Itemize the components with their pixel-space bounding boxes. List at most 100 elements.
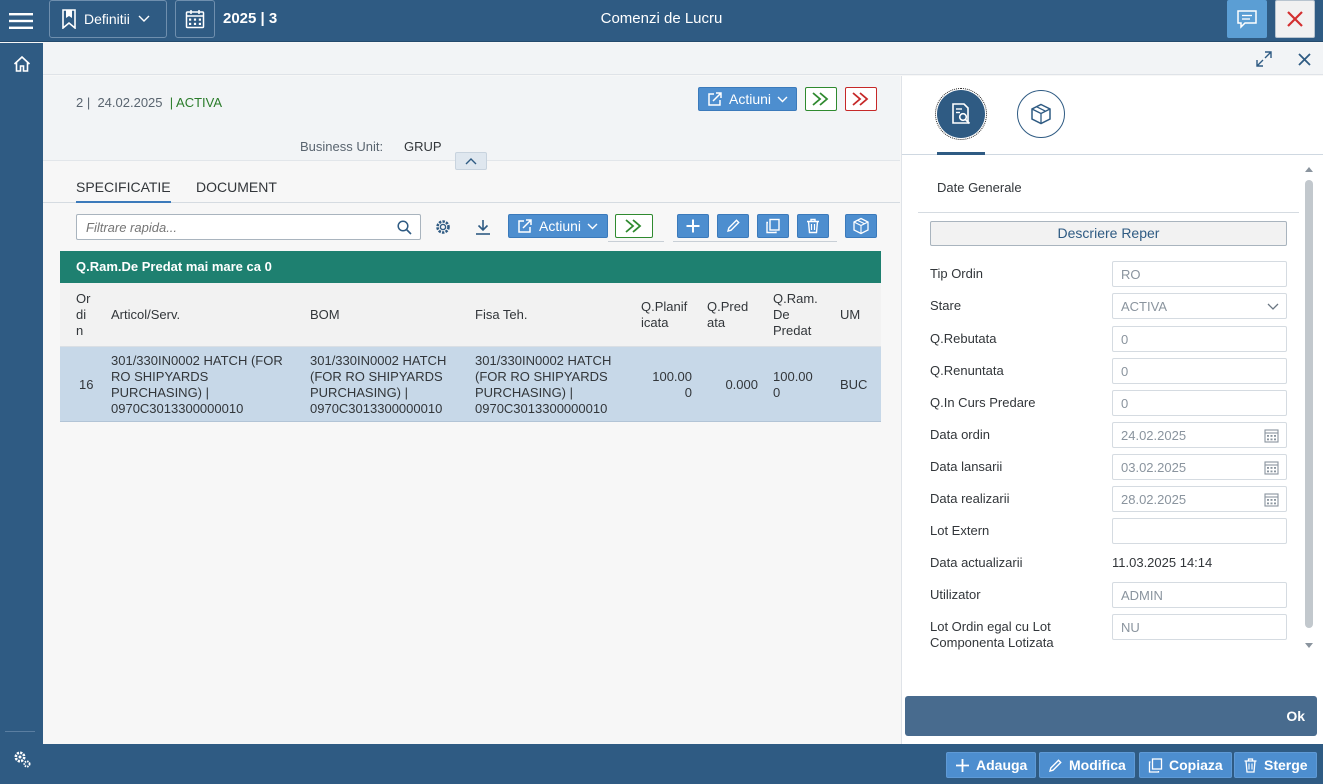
cell-line: 0970C3013300000010 — [310, 401, 443, 416]
delete-row-button[interactable] — [797, 214, 829, 238]
col-q-ram-line: De — [773, 307, 790, 322]
field-data-lansarii[interactable]: 03.02.2025 — [1112, 454, 1287, 480]
home-button[interactable] — [0, 55, 43, 79]
copy-button[interactable]: Copiaza — [1139, 752, 1232, 778]
collapse-header-button[interactable] — [455, 152, 487, 170]
record-status: | ACTIVA — [169, 95, 223, 110]
grid-settings-button[interactable] — [433, 217, 453, 237]
fast-forward-icon — [625, 219, 642, 233]
close-app-button[interactable] — [1275, 0, 1315, 38]
scroll-down-icon[interactable] — [1305, 643, 1313, 649]
box-icon — [1031, 103, 1051, 125]
quick-filter-input[interactable] — [77, 215, 377, 239]
field-data-realizarii[interactable]: 28.02.2025 — [1112, 486, 1287, 512]
work-order-area: 2 | 24.02.2025 | ACTIVA Actiuni Business… — [43, 76, 900, 744]
modify-button[interactable]: Modifica — [1039, 752, 1135, 778]
col-fisa[interactable]: Fisa Teh. — [475, 307, 528, 323]
messages-button[interactable] — [1227, 0, 1267, 38]
cell-line: PURCHASING) | — [310, 385, 408, 400]
grid-actions-dropdown[interactable]: Actiuni — [508, 214, 608, 238]
reverse-forward-button[interactable] — [845, 87, 877, 111]
document-search-icon — [952, 103, 971, 125]
add-row-button[interactable] — [677, 214, 709, 238]
definitions-dropdown[interactable]: Definitii — [49, 0, 167, 38]
hamburger-menu-button[interactable] — [0, 0, 42, 42]
cell-bom: 301/330IN0002 HATCH (FOR RO SHIPYARDS PU… — [310, 353, 446, 417]
trash-icon — [807, 218, 819, 234]
calendar-icon[interactable] — [1264, 428, 1279, 443]
col-q-predata[interactable]: Q.Pred ata — [707, 299, 748, 331]
cell-line: 0 — [684, 385, 692, 400]
period-label[interactable]: 2025 | 3 — [223, 10, 277, 27]
label-data-lansarii: Data lansarii — [930, 459, 1003, 474]
field-lot-extern[interactable] — [1112, 518, 1287, 544]
details-scrollbar[interactable] — [1305, 180, 1313, 628]
edit-row-button[interactable] — [717, 214, 749, 238]
col-articol[interactable]: Articol/Serv. — [111, 307, 180, 323]
field-q-renuntata[interactable]: 0 — [1112, 358, 1287, 384]
calendar-icon[interactable] — [1264, 460, 1279, 475]
packages-button[interactable] — [845, 214, 877, 238]
describe-part-button[interactable]: Descriere Reper — [930, 221, 1287, 246]
label-data-ordin: Data ordin — [930, 427, 990, 442]
calendar-button[interactable] — [175, 0, 215, 38]
col-q-planificata[interactable]: Q.Planif icata — [641, 299, 687, 331]
calendar-icon[interactable] — [1264, 492, 1279, 507]
label-stare: Stare — [930, 298, 962, 313]
fast-forward-icon — [812, 92, 829, 106]
cell-um: BUC — [840, 377, 868, 392]
tab-packages[interactable] — [1017, 90, 1065, 138]
ok-button[interactable]: Ok — [905, 696, 1317, 736]
download-button[interactable] — [473, 217, 493, 237]
col-bom[interactable]: BOM — [310, 307, 340, 323]
tab-general-details[interactable] — [935, 88, 987, 140]
field-value: RO — [1121, 267, 1141, 282]
col-q-ram-de-predat[interactable]: Q.Ram. De Predat — [773, 291, 818, 339]
field-lot-ordin-egal[interactable]: NU — [1112, 614, 1287, 640]
table-row[interactable]: 16 301/330IN0002 HATCH (FOR RO SHIPYARDS… — [60, 347, 881, 422]
label-q-rebutata: Q.Rebutata — [930, 331, 997, 346]
search-icon[interactable] — [397, 220, 412, 235]
cell-line: (FOR RO SHIPYARDS — [310, 369, 443, 384]
field-q-rebutata[interactable]: 0 — [1112, 326, 1287, 352]
cell-fisa: 301/330IN0002 HATCH (FOR RO SHIPYARDS PU… — [475, 353, 611, 417]
tab-document[interactable]: DOCUMENT — [196, 179, 277, 195]
record-number: 2 | — [76, 95, 91, 110]
field-q-in-curs-predare[interactable]: 0 — [1112, 390, 1287, 416]
close-panel-button[interactable] — [1295, 50, 1313, 68]
tab-specificatie[interactable]: SPECIFICATIE — [76, 179, 171, 203]
col-ordin[interactable]: Or di n — [76, 291, 90, 339]
header-actions-dropdown[interactable]: Actiuni — [698, 87, 797, 111]
field-value: 24.02.2025 — [1121, 428, 1187, 443]
scroll-up-icon[interactable] — [1305, 166, 1313, 172]
delete-button[interactable]: Sterge — [1234, 752, 1317, 778]
field-stare-select[interactable]: ACTIVA — [1112, 293, 1287, 319]
copy-row-button[interactable] — [757, 214, 789, 238]
label-line: Lot Ordin egal cu Lot — [930, 619, 1051, 634]
pencil-icon — [1049, 758, 1062, 772]
col-ordin-line: Or — [76, 291, 91, 306]
expand-button[interactable] — [1255, 50, 1273, 68]
field-value: 03.02.2025 — [1121, 460, 1187, 475]
share-icon — [518, 219, 532, 233]
copy-icon — [1148, 757, 1163, 773]
add-button[interactable]: Adauga — [946, 752, 1037, 778]
field-data-ordin[interactable]: 24.02.2025 — [1112, 422, 1287, 448]
col-um[interactable]: UM — [840, 307, 860, 323]
field-tip-ordin[interactable]: RO — [1112, 261, 1287, 287]
field-utilizator[interactable]: ADMIN — [1112, 582, 1287, 608]
grid-forward-button[interactable] — [615, 214, 653, 238]
home-icon — [13, 55, 30, 72]
cell-line: 0970C3013300000010 — [111, 401, 244, 416]
cell-line: RO SHIPYARDS — [111, 369, 209, 384]
chevron-down-icon — [138, 15, 150, 22]
grid-header: Or di n Articol/Serv. BOM Fisa Teh. Q.Pl… — [60, 283, 881, 347]
cell-articol: 301/330IN0002 HATCH (FOR RO SHIPYARDS PU… — [111, 353, 283, 417]
settings-gear-icon — [14, 751, 30, 768]
field-value: 28.02.2025 — [1121, 492, 1187, 507]
forward-button[interactable] — [805, 87, 837, 111]
settings-button[interactable] — [0, 749, 43, 769]
field-value: 0 — [1121, 396, 1129, 411]
cell-line: 0970C3013300000010 — [475, 401, 608, 416]
group-header[interactable]: Q.Ram.De Predat mai mare ca 0 — [60, 251, 881, 283]
